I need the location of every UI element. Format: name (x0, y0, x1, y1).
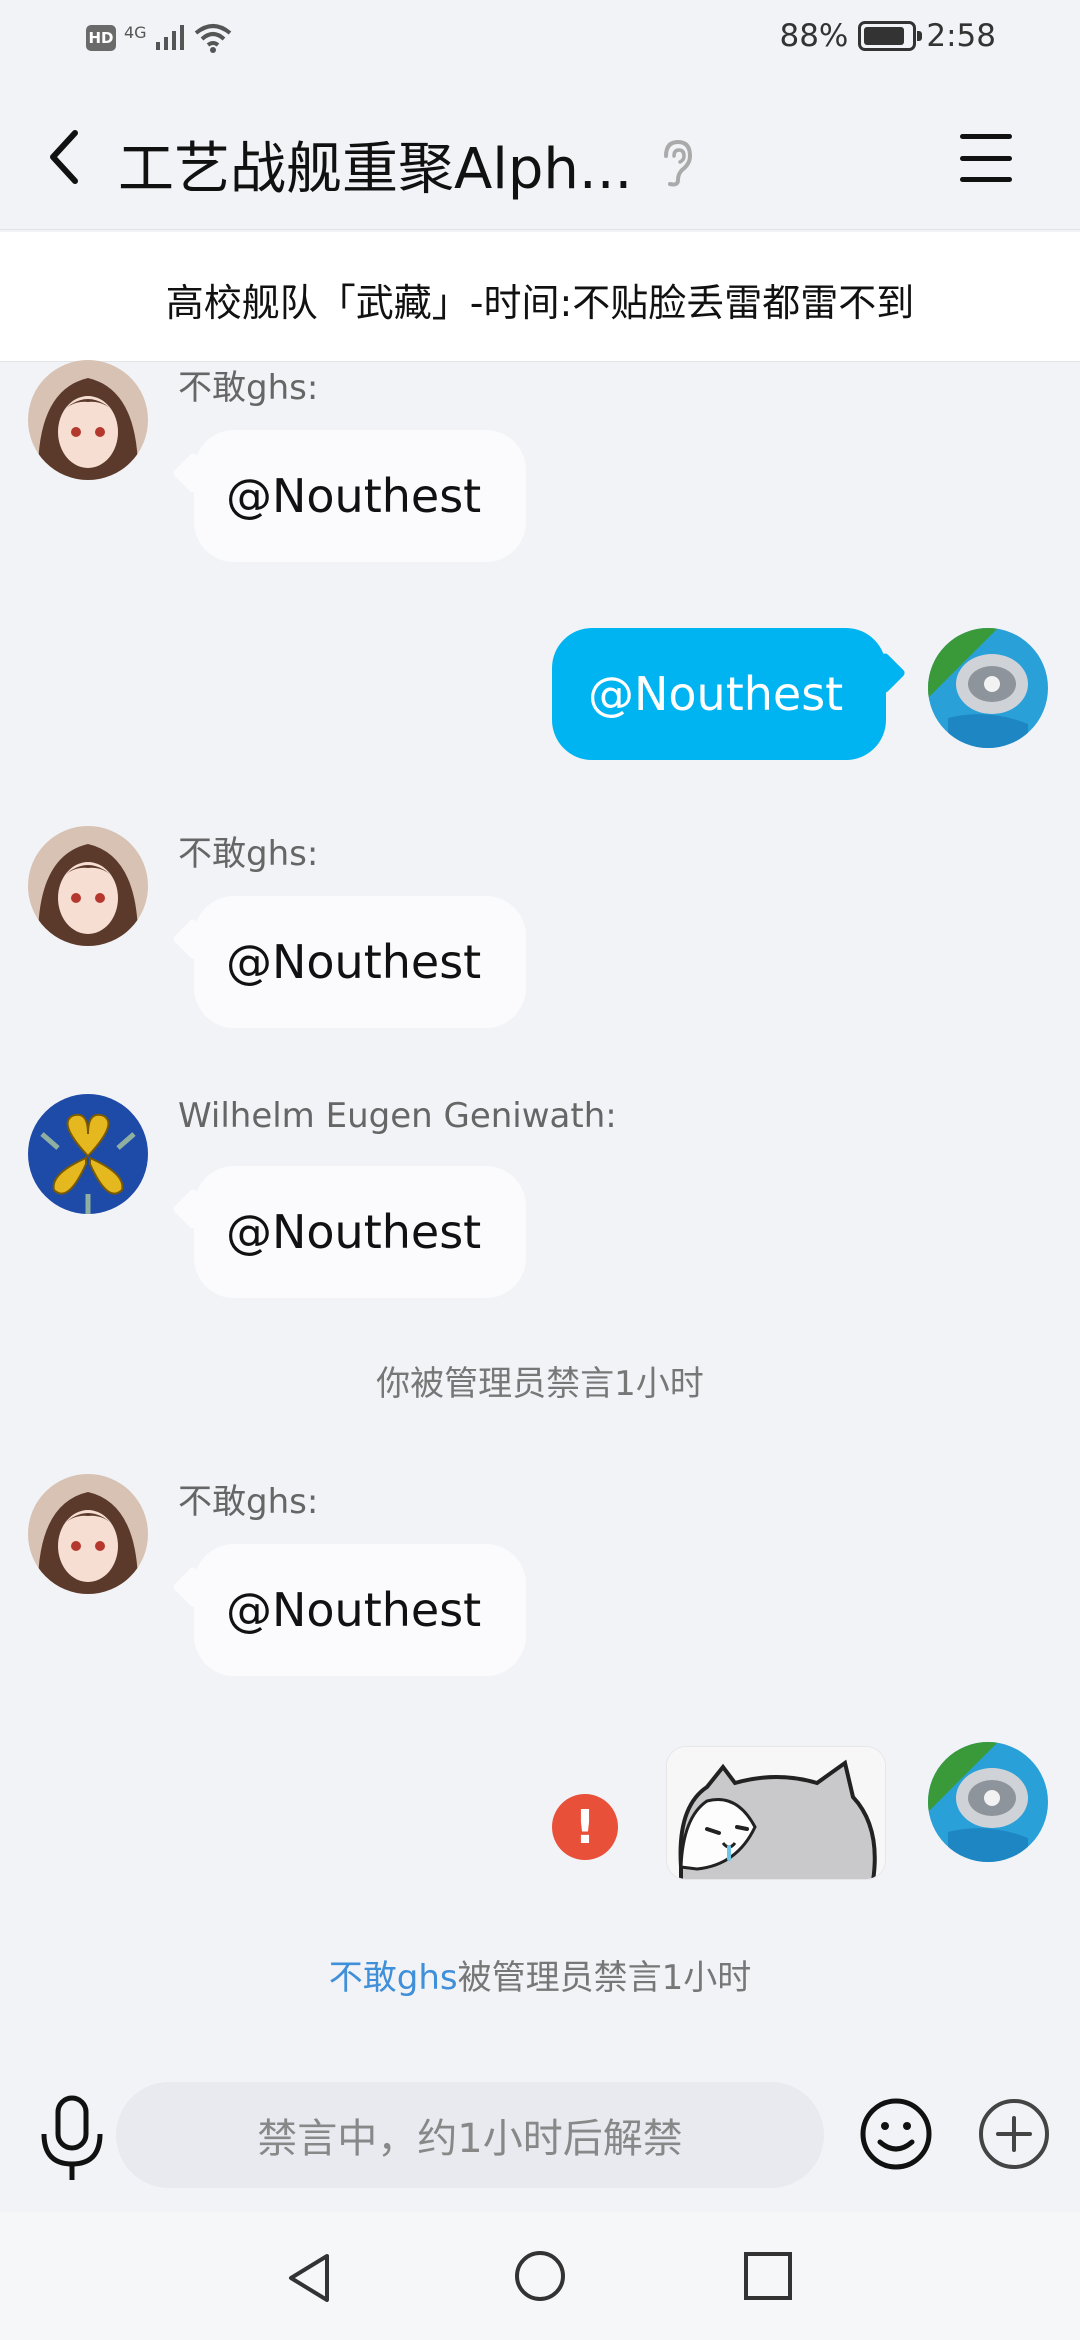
avatar[interactable] (28, 1094, 148, 1214)
system-notice-text: 被管理员禁言1小时 (457, 1958, 752, 1998)
message-bubble[interactable]: @Nouthest (194, 430, 526, 562)
hd-badge: HD (86, 25, 116, 51)
message-input[interactable]: 禁言中，约1小时后解禁 (116, 2082, 824, 2188)
my-avatar[interactable] (928, 1742, 1048, 1862)
mic-icon[interactable] (38, 2094, 106, 2184)
menu-line (960, 177, 1012, 182)
wifi-icon (194, 24, 231, 53)
message-bubble[interactable]: @Nouthest (194, 1166, 526, 1298)
menu-button[interactable] (956, 128, 1016, 188)
sender-name: 不敢ghs: (178, 368, 319, 408)
menu-line (960, 134, 1012, 139)
battery-level (864, 27, 905, 45)
outgoing-message-bubble[interactable]: @Nouthest (552, 628, 886, 760)
input-bar: 禁言中，约1小时后解禁 (0, 2070, 1080, 2210)
sender-name: 不敢ghs: (178, 1482, 319, 1522)
clock: 2:58 (926, 18, 996, 54)
avatar[interactable] (28, 1474, 148, 1594)
status-left: HD 4G (86, 22, 233, 54)
network-type: 4G (124, 22, 147, 42)
plus-icon[interactable] (976, 2096, 1052, 2172)
menu-line (960, 155, 1012, 161)
anime-girl-avatar-icon (28, 360, 148, 480)
chat-title[interactable]: 工艺战舰重聚Alph... (118, 124, 632, 205)
ear-icon[interactable] (656, 138, 696, 188)
system-nav-bar (0, 2212, 1080, 2340)
nav-home-icon[interactable] (512, 2248, 568, 2304)
avatar[interactable] (28, 826, 148, 946)
muted-user-link[interactable]: 不敢ghs (329, 1958, 458, 1998)
signal-icon (155, 25, 184, 50)
sender-name: 不敢ghs: (178, 834, 319, 874)
battery-percent: 88% (779, 18, 849, 54)
message-bubble[interactable]: @Nouthest (194, 896, 526, 1028)
sender-name: Wilhelm Eugen Geniwath: (178, 1096, 617, 1136)
cat-sticker-icon (667, 1747, 885, 1879)
message-bubble[interactable]: @Nouthest (194, 1544, 526, 1676)
status-bar: HD 4G 88% 2:58 (0, 0, 1080, 80)
emoji-icon[interactable] (858, 2096, 934, 2172)
nav-recent-apps-icon[interactable] (742, 2250, 794, 2302)
nav-back-icon[interactable] (283, 2250, 339, 2306)
send-failed-icon[interactable]: ! (552, 1794, 618, 1860)
anime-girl-avatar-icon (28, 1474, 148, 1594)
status-right: 88% 2:58 (779, 18, 996, 54)
chat-header: 工艺战舰重聚Alph... (0, 80, 1080, 230)
pinned-notice-text: 高校舰队「武藏」-时间:不贴脸丢雷都雷不到 (165, 281, 915, 325)
back-button[interactable] (40, 122, 90, 192)
battery-icon (858, 21, 923, 51)
sticker-image[interactable] (666, 1746, 886, 1880)
back-arrow-icon (50, 130, 78, 184)
system-notice: 不敢ghs被管理员禁言1小时 (0, 1950, 1080, 1999)
anime-girl-avatar-icon (28, 826, 148, 946)
my-avatar[interactable] (928, 628, 1048, 748)
avatar[interactable] (28, 360, 148, 480)
clover-crest-avatar-icon (28, 1094, 148, 1214)
robot-avatar-icon (928, 628, 1048, 748)
pinned-notice[interactable]: 高校舰队「武藏」-时间:不贴脸丢雷都雷不到 (0, 232, 1080, 362)
robot-avatar-icon (928, 1742, 1048, 1862)
system-notice: 你被管理员禁言1小时 (376, 1364, 704, 1404)
